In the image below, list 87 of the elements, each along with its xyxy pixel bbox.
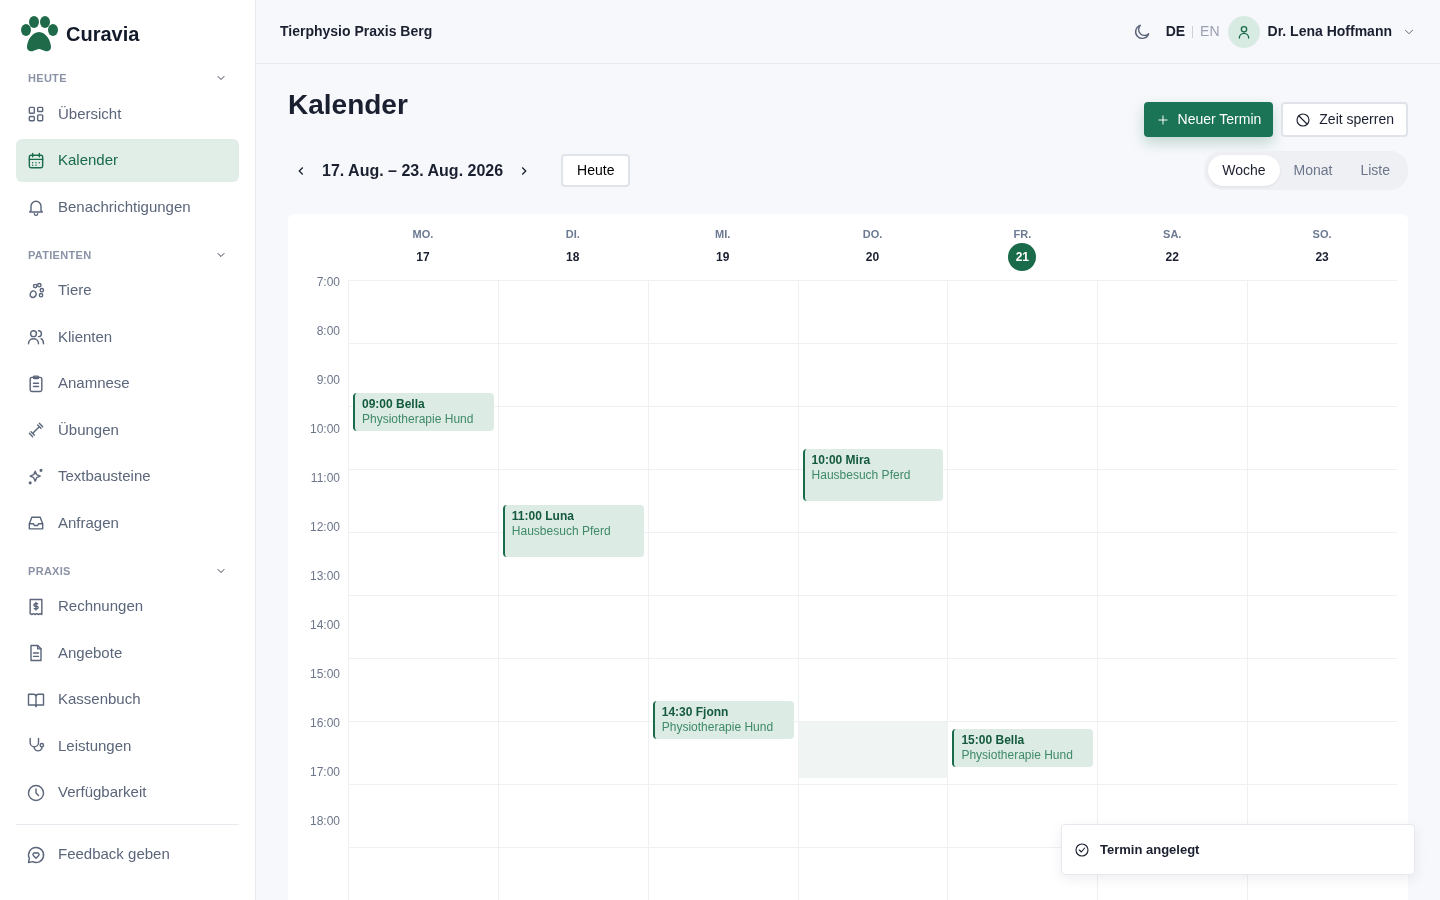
new-appointment-button[interactable]: Neuer Termin	[1143, 102, 1274, 137]
sidebar-item[interactable]: Angebote	[16, 631, 239, 675]
sidebar-item[interactable]: Textbausteine	[16, 455, 239, 498]
day-name: MI.	[715, 227, 731, 242]
paw-logo	[20, 16, 58, 52]
day-number: 18	[565, 249, 581, 266]
time-label: 10:00	[308, 421, 341, 438]
day-number: 21	[1008, 243, 1037, 271]
paw-icon	[26, 280, 46, 301]
inbox-icon	[26, 513, 46, 533]
day-number: 20	[864, 249, 881, 266]
time-label: 11:00	[309, 470, 341, 487]
day-number: 22	[1164, 249, 1180, 266]
time-label: 15:00	[308, 666, 341, 683]
language-link[interactable]: DE	[1165, 21, 1186, 42]
time-label: 13:00	[308, 568, 341, 585]
event[interactable]: 11:00 Luna Hausbesuch Pferd	[502, 505, 644, 557]
time-label: 16:00	[308, 715, 341, 732]
clock-icon	[26, 782, 46, 803]
event-title: 15:00 Bella	[961, 732, 1026, 748]
today-button[interactable]: Heute	[561, 154, 631, 187]
sidebar-item[interactable]: Übersicht	[16, 92, 239, 136]
time-label: 7:00	[315, 274, 341, 291]
brand-name: Curavia	[66, 22, 140, 47]
calendar-icon	[26, 150, 46, 171]
section-heading: PATIENTEN	[28, 247, 92, 263]
dumbbell-icon	[26, 420, 46, 440]
day-name: MO.	[412, 227, 434, 242]
event-subtitle: Hausbesuch Pferd	[511, 524, 612, 539]
day-number: 23	[1314, 249, 1330, 266]
sidebar-item[interactable]: Tiere	[16, 269, 239, 312]
event-title: 09:00 Bella	[362, 396, 426, 412]
check-circle-icon	[1074, 841, 1090, 858]
sidebar-item[interactable]: Übungen	[16, 408, 239, 452]
event-subtitle: Physiotherapie Hund	[961, 748, 1074, 763]
user-name[interactable]: Dr. Lena Hoffmann	[1267, 21, 1392, 42]
time-label: 8:00	[315, 323, 341, 340]
event-subtitle: Physiotherapie Hund	[661, 720, 775, 735]
grid-icon	[26, 104, 46, 124]
event-subtitle: Hausbesuch Pferd	[811, 468, 912, 483]
day-name: DI.	[565, 227, 580, 242]
day-name: FR.	[1013, 227, 1032, 242]
time-label: 9:00	[315, 372, 341, 389]
time-label: 17:00	[308, 764, 341, 781]
sidebar-item[interactable]: Klienten	[16, 315, 239, 359]
sidebar-item[interactable]: Rechnungen	[16, 585, 239, 628]
practice-name: Tierphysio Praxis Berg	[280, 22, 433, 41]
clipboard-icon	[26, 373, 46, 394]
sidebar-item[interactable]: Anamnese	[16, 362, 239, 405]
avatar[interactable]	[1227, 15, 1260, 48]
event-title: 10:00 Mira	[811, 452, 872, 468]
day-name: SA.	[1163, 227, 1182, 242]
prohibited-icon	[1295, 111, 1312, 128]
event-title: 11:00 Luna	[511, 508, 575, 524]
chat-heart-icon	[26, 844, 46, 865]
toast-message: Termin angelegt	[1100, 840, 1200, 859]
sidebar-item[interactable]: Benachrichtigungen	[16, 185, 239, 229]
sidebar-item[interactable]: Anfragen	[16, 501, 239, 545]
sidebar-item[interactable]: Leistungen	[16, 724, 239, 768]
event-subtitle: Physiotherapie Hund	[362, 412, 475, 427]
event[interactable]: 09:00 Bella Physiotherapie Hund	[353, 393, 494, 431]
day-number: 19	[714, 249, 731, 266]
event-title: 14:30 Fjonn	[661, 704, 730, 720]
section-heading: HEUTE	[28, 71, 67, 86]
time-label: 14:00	[308, 617, 341, 634]
time-label: 18:00	[308, 813, 341, 830]
receipt-icon	[26, 596, 46, 617]
view-tab[interactable]: Liste	[1346, 155, 1404, 186]
day-name: SO.	[1312, 227, 1332, 242]
view-tab[interactable]: Monat	[1279, 155, 1347, 186]
time-label: 12:00	[308, 519, 341, 536]
sidebar-item[interactable]: Kassenbuch	[16, 678, 239, 721]
page-title: Kalender	[288, 88, 408, 122]
day-number: 17	[415, 249, 431, 266]
event[interactable]: 15:00 Bella Physiotherapie Hund	[952, 729, 1094, 767]
people-icon	[26, 327, 46, 347]
sidebar-item[interactable]: Feedback geben	[16, 833, 239, 876]
view-tab[interactable]: Woche	[1208, 155, 1280, 186]
block-time-button[interactable]: Zeit sperren	[1281, 102, 1408, 137]
date-range: 17. Aug. – 23. Aug. 2026	[322, 160, 504, 181]
sidebar-item[interactable]: Kalender	[16, 139, 239, 182]
event[interactable]: 14:30 Fjonn Physiotherapie Hund	[652, 701, 794, 739]
event[interactable]: 10:00 Mira Hausbesuch Pferd	[802, 449, 944, 501]
day-name: DO.	[862, 227, 883, 242]
sidebar-item[interactable]: Verfügbarkeit	[16, 771, 239, 814]
section-heading: PRAXIS	[28, 563, 71, 579]
plus-icon	[1155, 112, 1170, 127]
